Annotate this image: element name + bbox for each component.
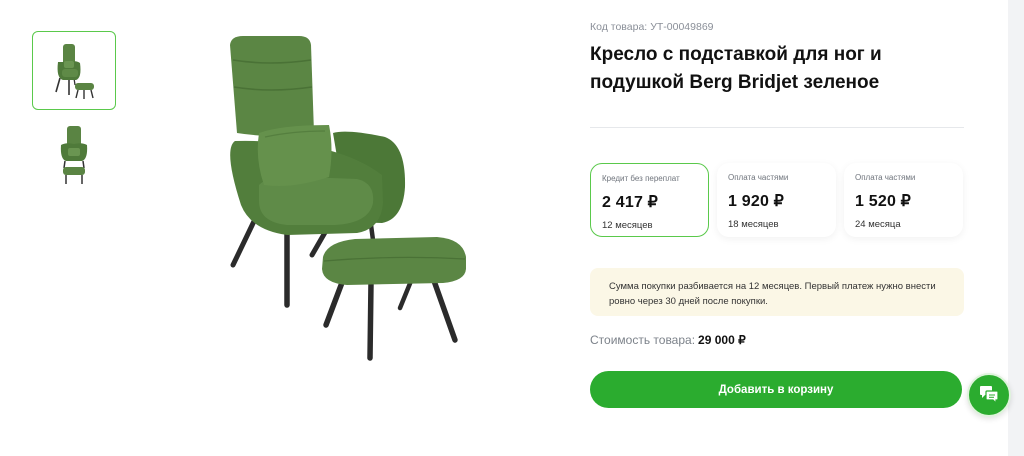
- product-code: Код товара: УТ-00049869: [590, 21, 714, 33]
- product-price-label: Стоимость товара:: [590, 333, 696, 347]
- plan-term: 24 месяца: [855, 219, 901, 230]
- chat-bubbles-icon: [980, 386, 999, 405]
- plan-monthly-price: 1 920 ₽: [728, 193, 785, 210]
- product-price: Стоимость товара: 29 000 ₽: [590, 333, 746, 347]
- thumbnail-gallery: [32, 31, 116, 194]
- page-gutter: [1008, 0, 1024, 456]
- thumbnail-chair-front[interactable]: [32, 115, 116, 194]
- plan-label: Кредит без переплат: [602, 174, 680, 183]
- green-armchair-with-footstool-image: [230, 36, 466, 361]
- product-title: Кресло с подставкой для ног и подушкой B…: [590, 44, 882, 93]
- plan-monthly-price: 2 417 ₽: [602, 194, 659, 211]
- plan-label: Оплата частями: [855, 173, 916, 182]
- product-main-image: [215, 25, 480, 370]
- product-price-value: 29 000 ₽: [698, 333, 746, 347]
- thumbnail-chair-ottoman-selected[interactable]: [32, 31, 116, 110]
- chair-front-view-thumbnail-image: [60, 125, 88, 184]
- installment-notice: Сумма покупки разбивается на 12 месяцев.…: [590, 268, 964, 316]
- payment-plan-credit-12[interactable]: Кредит без переплат 2 417 ₽ 12 месяцев: [590, 163, 709, 237]
- plan-monthly-price: 1 520 ₽: [855, 193, 912, 210]
- payment-plan-installments-24[interactable]: Оплата частями 1 520 ₽ 24 месяца: [844, 163, 963, 237]
- plan-label: Оплата частями: [728, 173, 789, 182]
- payment-plans: Кредит без переплат 2 417 ₽ 12 месяцев О…: [590, 163, 964, 237]
- product-code-value: УТ-00049869: [650, 21, 714, 33]
- plan-term: 12 месяцев: [602, 220, 653, 231]
- product-code-label: Код товара:: [590, 21, 648, 33]
- payment-plan-installments-18[interactable]: Оплата частями 1 920 ₽ 18 месяцев: [717, 163, 836, 237]
- chat-button[interactable]: [967, 373, 1011, 417]
- plan-term: 18 месяцев: [728, 219, 779, 230]
- divider: [590, 127, 964, 128]
- add-to-cart-button[interactable]: Добавить в корзину: [590, 371, 962, 408]
- chair-with-ottoman-thumbnail-image: [55, 43, 94, 99]
